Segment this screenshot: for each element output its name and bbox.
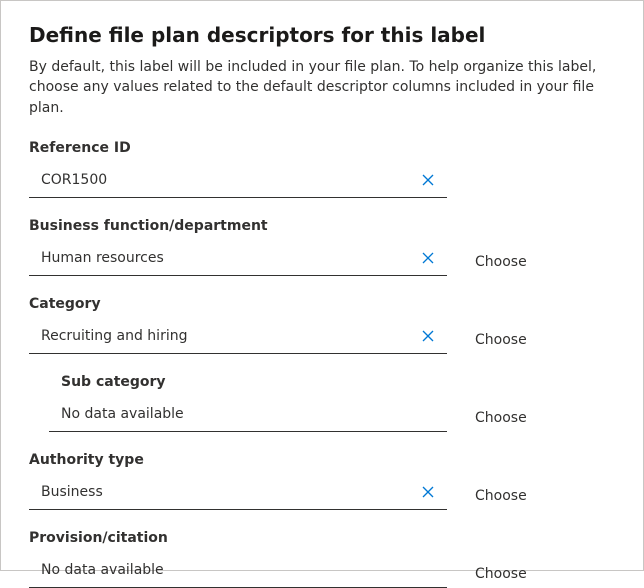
close-icon	[421, 485, 435, 499]
subcategory-input[interactable]	[59, 405, 441, 423]
business-choose-link[interactable]: Choose	[475, 254, 527, 276]
file-plan-panel: Define file plan descriptors for this la…	[0, 0, 644, 571]
subcategory-input-wrap	[49, 398, 447, 432]
field-row-authority: Authority type Choose	[29, 452, 615, 510]
business-clear-button[interactable]	[415, 245, 441, 271]
provision-label: Provision/citation	[29, 530, 447, 546]
authority-choose-link[interactable]: Choose	[475, 488, 527, 510]
subcategory-choose-link[interactable]: Choose	[475, 410, 527, 432]
category-choose-link[interactable]: Choose	[475, 332, 527, 354]
provision-choose-link[interactable]: Choose	[475, 566, 527, 588]
category-input-wrap	[29, 320, 447, 354]
close-icon	[421, 329, 435, 343]
page-title: Define file plan descriptors for this la…	[29, 23, 615, 47]
field-row-category: Category Choose	[29, 296, 615, 354]
category-label: Category	[29, 296, 447, 312]
reference-id-clear-button[interactable]	[415, 167, 441, 193]
provision-input[interactable]	[39, 561, 441, 579]
field-row-reference-id: Reference ID	[29, 140, 615, 198]
close-icon	[421, 173, 435, 187]
page-description: By default, this label will be included …	[29, 57, 615, 118]
field-row-subcategory: Sub category Choose	[29, 374, 615, 432]
reference-id-input-wrap	[29, 164, 447, 198]
authority-label: Authority type	[29, 452, 447, 468]
category-input[interactable]	[39, 327, 415, 345]
authority-input[interactable]	[39, 483, 415, 501]
field-row-business: Business function/department Choose	[29, 218, 615, 276]
business-label: Business function/department	[29, 218, 447, 234]
field-row-provision: Provision/citation Choose	[29, 530, 615, 588]
authority-clear-button[interactable]	[415, 479, 441, 505]
reference-id-input[interactable]	[39, 171, 415, 189]
business-input[interactable]	[39, 249, 415, 267]
authority-input-wrap	[29, 476, 447, 510]
close-icon	[421, 251, 435, 265]
business-input-wrap	[29, 242, 447, 276]
reference-id-label: Reference ID	[29, 140, 447, 156]
subcategory-label: Sub category	[49, 374, 447, 390]
category-clear-button[interactable]	[415, 323, 441, 349]
